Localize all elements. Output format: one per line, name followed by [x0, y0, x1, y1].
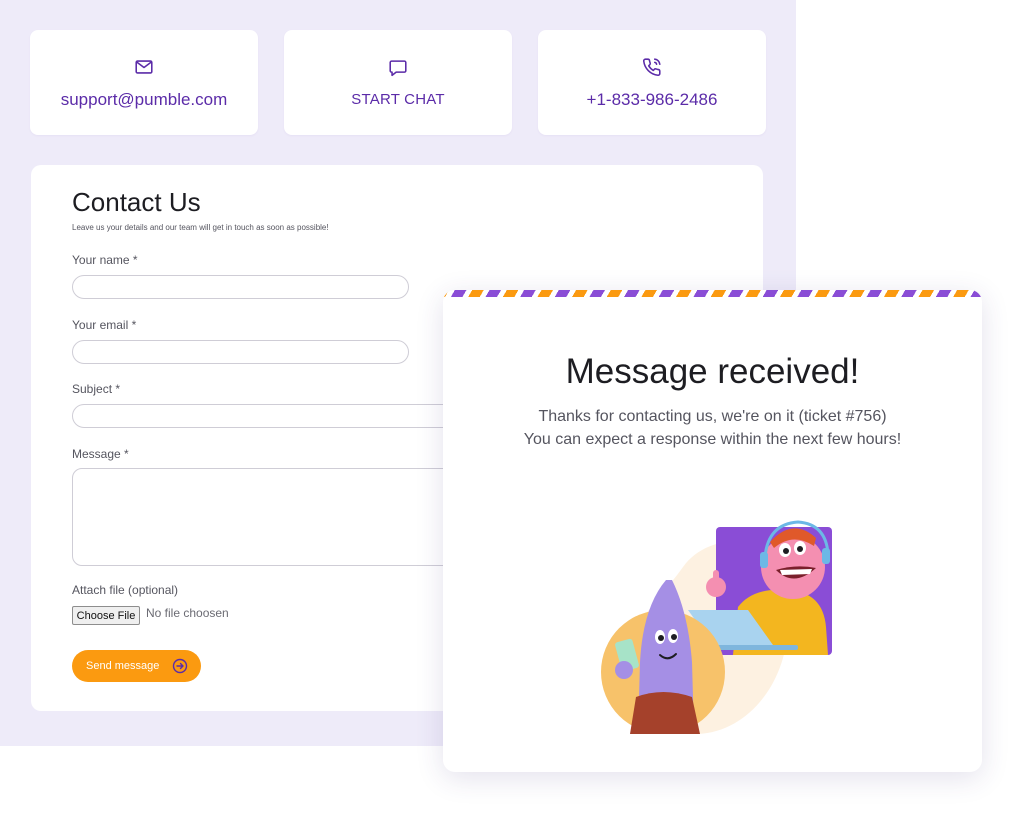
- mail-icon: [135, 59, 153, 74]
- form-subtitle: Leave us your details and our team will …: [72, 223, 329, 232]
- name-field[interactable]: [72, 275, 409, 299]
- arrow-right-circle-icon: [172, 658, 188, 674]
- message-received-modal: Message received! Thanks for contacting …: [443, 290, 982, 772]
- subject-label: Subject *: [72, 382, 121, 396]
- name-label: Your name *: [72, 253, 138, 267]
- phone-number-link[interactable]: +1-833-986-2486: [587, 90, 718, 110]
- message-textarea[interactable]: [72, 468, 472, 566]
- send-message-label: Send message: [86, 660, 160, 672]
- no-file-text: No file choosen: [146, 606, 229, 620]
- message-label: Message *: [72, 447, 129, 461]
- chat-bubble-icon: [389, 60, 407, 77]
- send-message-button[interactable]: Send message: [72, 650, 201, 682]
- email-field[interactable]: [72, 340, 409, 364]
- support-email-link[interactable]: support@pumble.com: [61, 90, 228, 110]
- phone-call-icon: [642, 57, 661, 76]
- modal-title: Message received!: [565, 352, 860, 391]
- phone-contact-card[interactable]: +1-833-986-2486: [538, 30, 766, 135]
- support-mascots-illustration: [601, 520, 832, 734]
- modal-ticket-text: Thanks for contacting us, we're on it (t…: [538, 408, 887, 425]
- email-contact-card[interactable]: support@pumble.com: [30, 30, 258, 135]
- email-label: Your email *: [72, 318, 137, 332]
- choose-file-button[interactable]: Choose File: [72, 606, 140, 625]
- airmail-stripe: [443, 290, 982, 297]
- attach-label: Attach file (optional): [72, 583, 179, 597]
- start-chat-link[interactable]: START CHAT: [351, 91, 444, 108]
- page-title: Contact Us: [72, 187, 201, 217]
- modal-response-text: You can expect a response within the nex…: [523, 431, 902, 448]
- chat-contact-card[interactable]: START CHAT: [284, 30, 512, 135]
- subject-field[interactable]: [72, 404, 472, 428]
